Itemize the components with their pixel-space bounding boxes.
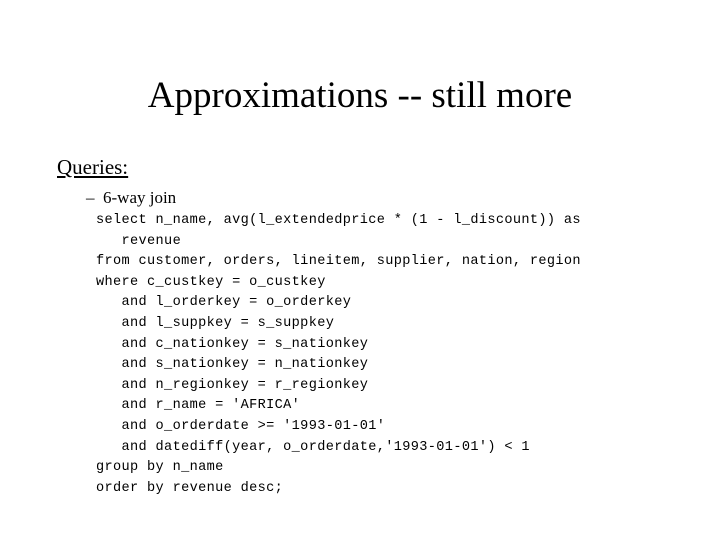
code-line: and datediff(year, o_orderdate,'1993-01-… <box>96 439 530 455</box>
page-title: Approximations -- still more <box>147 75 573 116</box>
code-line: order by revenue desc; <box>96 480 284 496</box>
code-line: and n_regionkey = r_regionkey <box>96 377 369 393</box>
code-line: and s_nationkey = n_nationkey <box>96 357 369 373</box>
code-line: where c_custkey = o_custkey <box>96 274 326 290</box>
code-line: from customer, orders, lineitem, supplie… <box>96 254 581 270</box>
code-line: and c_nationkey = s_nationkey <box>96 336 369 352</box>
list-item-label: 6-way join <box>103 188 177 207</box>
slide-canvas: Approximations -- still more Queries: – … <box>0 0 720 540</box>
code-line: group by n_name <box>96 460 224 476</box>
sql-code-block: select n_name, avg(l_extendedprice * (1 … <box>96 211 697 499</box>
section-heading-queries: Queries: <box>57 155 129 179</box>
list-item: – 6-way join <box>86 188 697 208</box>
code-line: select n_name, avg(l_extendedprice * (1 … <box>96 213 581 228</box>
code-line: and l_suppkey = s_suppkey <box>96 315 335 331</box>
slide-body: Queries: – 6-way join select n_name, avg… <box>57 155 697 513</box>
code-line: and r_name = 'AFRICA' <box>96 398 301 414</box>
code-line: and l_orderkey = o_orderkey <box>96 295 352 311</box>
dash-bullet-icon: – <box>86 188 95 207</box>
code-line: and o_orderdate >= '1993-01-01' <box>96 418 386 434</box>
code-line: revenue <box>96 233 182 249</box>
